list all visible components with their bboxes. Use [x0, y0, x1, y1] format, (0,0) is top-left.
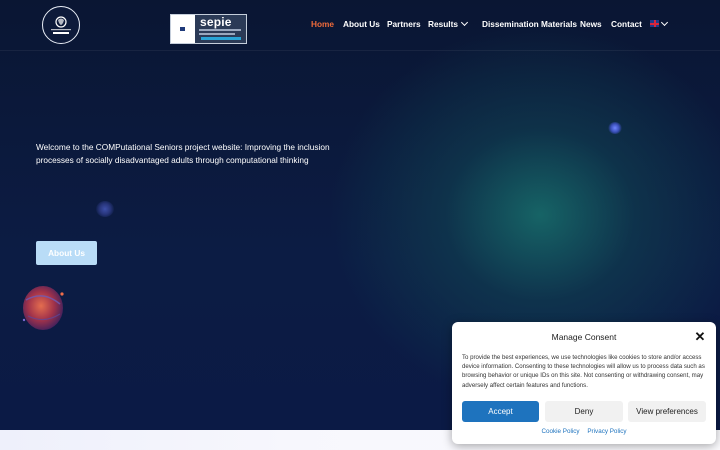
consent-description: To provide the best experiences, we use … [462, 354, 705, 389]
site-header: sepie Home About Us Partners Results Dis… [0, 0, 720, 51]
seniors-logo-icon [51, 16, 71, 34]
nav-item-about-us[interactable]: About Us [343, 19, 380, 29]
sepie-logo[interactable]: sepie [170, 14, 247, 44]
nav-item-dissemination-materials[interactable]: Dissemination Materials [482, 19, 577, 29]
uk-flag-icon[interactable] [650, 20, 659, 27]
nav-item-contact[interactable]: Contact [611, 19, 642, 29]
glow-dot-decoration [608, 122, 622, 134]
sepie-logo-bar [201, 37, 241, 40]
accept-button[interactable]: Accept [462, 401, 539, 422]
about-us-button[interactable]: About Us [36, 241, 97, 265]
nav-item-results-label: Results [428, 19, 458, 29]
sepie-logo-square-icon [180, 27, 185, 31]
sepie-logo-word: sepie [200, 15, 232, 29]
flag-stripe [653, 20, 656, 27]
site-logo[interactable] [42, 6, 80, 44]
close-icon[interactable]: ✕ [693, 330, 707, 344]
cookie-consent-dialog: Manage Consent ✕ To provide the best exp… [452, 322, 716, 444]
deny-button[interactable]: Deny [545, 401, 623, 422]
sepie-logo-line [199, 29, 241, 31]
cookie-policy-link[interactable]: Cookie Policy [541, 428, 579, 435]
glow-dot-decoration [96, 201, 114, 217]
decorative-orb-icon [22, 286, 64, 330]
nav-item-news[interactable]: News [580, 19, 602, 29]
nav-item-partners[interactable]: Partners [387, 19, 421, 29]
chevron-down-icon [460, 18, 469, 27]
consent-links: Cookie Policy Privacy Policy [452, 428, 716, 435]
view-preferences-button[interactable]: View preferences [628, 401, 706, 422]
privacy-policy-link[interactable]: Privacy Policy [587, 428, 626, 435]
chevron-down-icon[interactable] [660, 18, 669, 27]
consent-title: Manage Consent [551, 332, 617, 342]
nav-item-results[interactable]: Results [428, 18, 469, 29]
sepie-logo-line [199, 33, 235, 35]
nav-item-home[interactable]: Home [311, 19, 334, 29]
welcome-text: Welcome to the COMPutational Seniors pro… [36, 142, 330, 165]
